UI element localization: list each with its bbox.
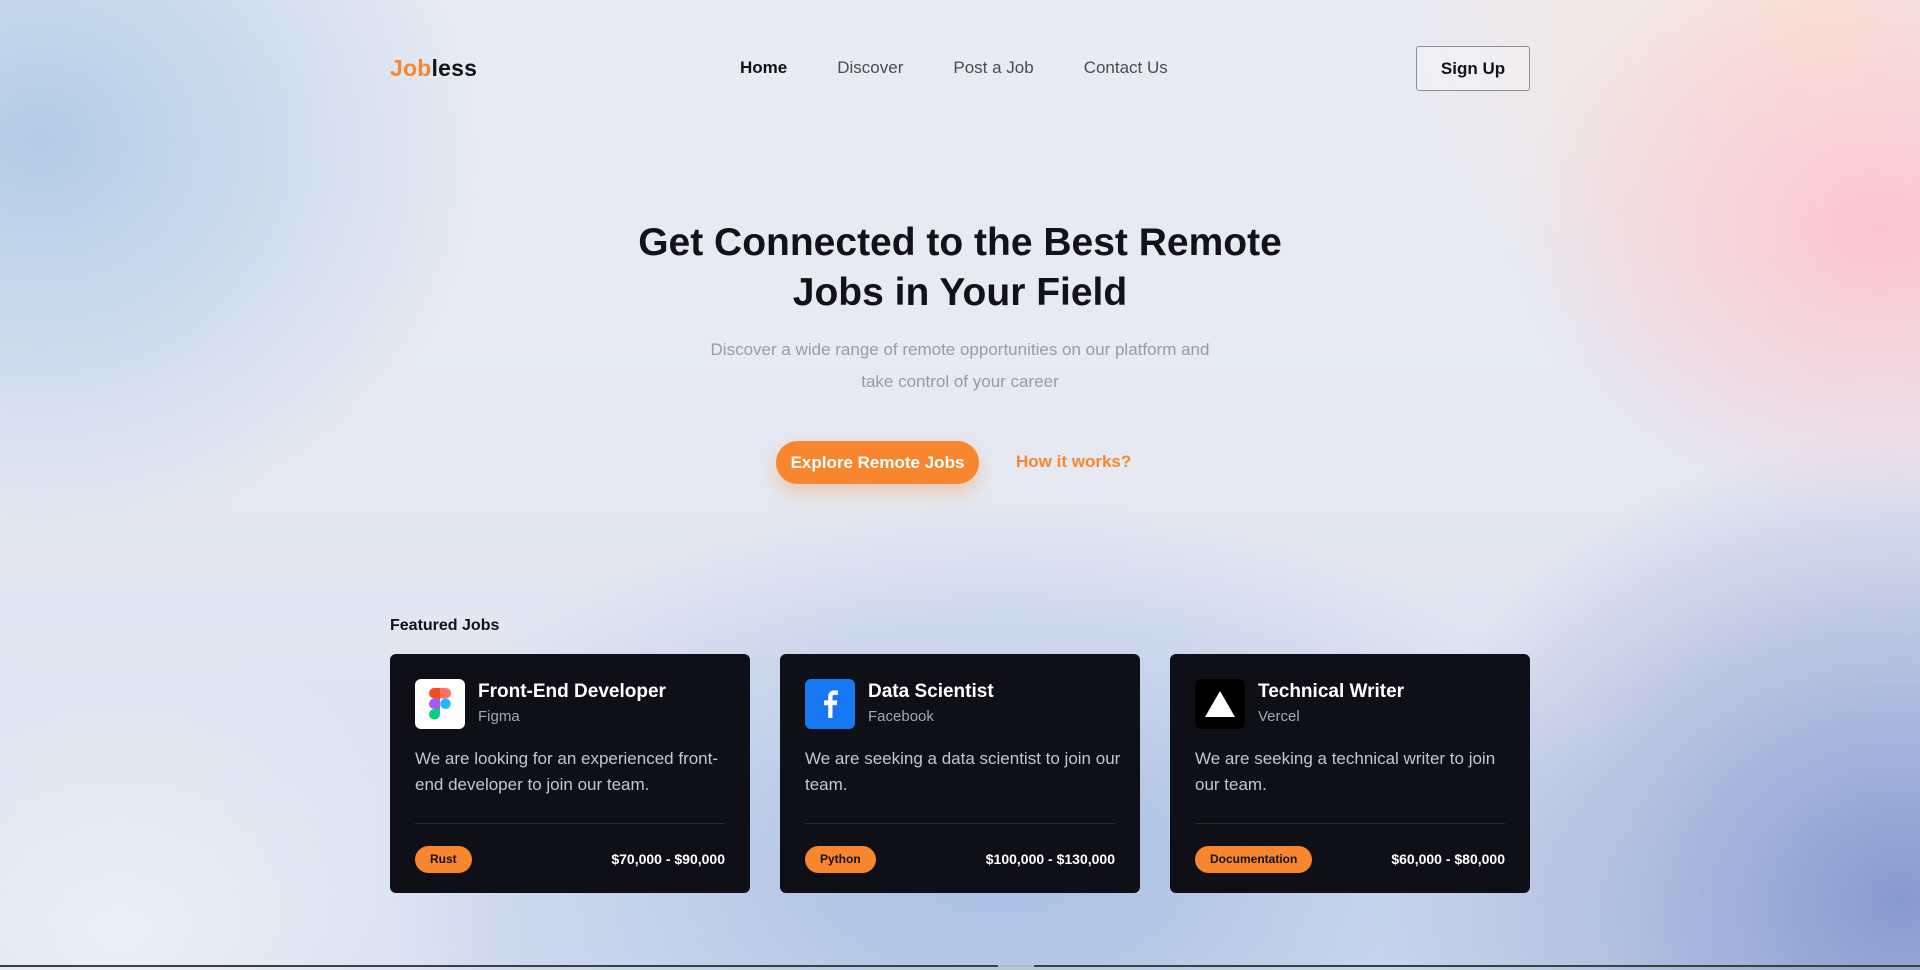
skill-tag: Rust [415,846,472,873]
company-name: Vercel [1258,708,1300,725]
nav-contact-us[interactable]: Contact Us [1084,58,1168,78]
job-title: Data Scientist [868,681,994,702]
hero-subtitle-line1: Discover a wide range of remote opportun… [710,340,1210,359]
nav-post-a-job[interactable]: Post a Job [953,58,1033,78]
job-description: We are seeking a data scientist to join … [805,749,1121,794]
hero-subtitle-line2: take control of your career [861,372,1059,391]
job-card-data-scientist[interactable]: Data Scientist Facebook We are seeking a… [780,654,1140,893]
figma-logo-icon [415,679,465,729]
brand-logo-part2: less [431,55,478,81]
job-title: Front-End Developer [478,681,666,702]
facebook-logo-icon [805,679,855,729]
job-description: We are seeking a technical writer to joi… [1195,749,1496,794]
job-description: We are looking for an experienced front-… [415,749,719,794]
company-name: Figma [478,708,520,725]
sign-up-button[interactable]: Sign Up [1416,46,1530,91]
how-it-works-link[interactable]: How it works? [1016,452,1131,472]
card-divider [805,823,1115,824]
nav-discover[interactable]: Discover [837,58,903,78]
scrollbar-thumb[interactable] [998,965,1034,967]
skill-tag: Python [805,846,876,873]
vercel-logo-icon [1195,679,1245,729]
hero-subtitle: Discover a wide range of remote opportun… [660,334,1260,398]
job-title: Technical Writer [1258,681,1405,702]
card-divider [1195,823,1505,824]
salary-range: $70,000 - $90,000 [611,851,725,867]
salary-range: $100,000 - $130,000 [985,851,1115,867]
job-card-technical-writer[interactable]: Technical Writer Vercel We are seeking a… [1170,654,1530,893]
job-card-front-end-developer[interactable]: Front-End Developer Figma We are looking… [390,654,750,893]
brand-logo-part1: Job [390,55,432,81]
hero-title-line1: Get Connected to the Best Remote [638,221,1282,264]
nav-home[interactable]: Home [740,58,787,78]
skill-tag: Documentation [1195,846,1313,873]
salary-range: $60,000 - $80,000 [1391,851,1505,867]
hero-title-line2: Jobs in Your Field [792,271,1128,314]
card-divider [415,823,725,824]
main-nav: Home Discover Post a Job Contact Us [740,58,1168,78]
hero-title: Get Connected to the Best Remote Jobs in… [560,218,1360,318]
featured-jobs-heading: Featured Jobs [390,617,500,634]
company-name: Facebook [868,708,934,725]
brand-logo[interactable]: Jobless [390,55,477,82]
explore-remote-jobs-button[interactable]: Explore Remote Jobs [776,441,979,484]
horizontal-scrollbar[interactable] [0,965,1920,967]
